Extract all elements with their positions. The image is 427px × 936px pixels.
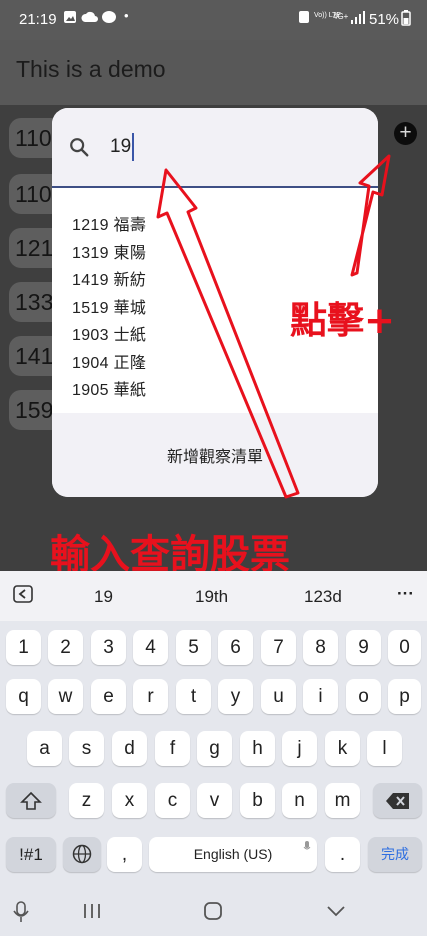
key[interactable]: 3	[91, 630, 126, 665]
home-icon[interactable]	[203, 901, 223, 926]
key[interactable]: 7	[261, 630, 296, 665]
microphone-icon	[303, 841, 311, 850]
navigation-bar	[0, 891, 427, 936]
suggestion-bar: 19 19th 123d ···	[0, 571, 427, 621]
key[interactable]: t	[176, 679, 211, 714]
suggestion-item[interactable]: 19	[94, 587, 113, 607]
key[interactable]: h	[240, 731, 275, 766]
key[interactable]: v	[197, 783, 232, 818]
key[interactable]: 8	[303, 630, 338, 665]
key[interactable]: o	[346, 679, 381, 714]
key[interactable]: 9	[346, 630, 381, 665]
symbols-key[interactable]: !#1	[6, 837, 56, 872]
arrow-to-search	[156, 168, 300, 499]
key[interactable]: 1	[6, 630, 41, 665]
annotation-tap-plus: 點擊+	[290, 299, 396, 342]
key[interactable]: r	[133, 679, 168, 714]
backspace-key[interactable]	[373, 783, 422, 818]
key[interactable]: e	[91, 679, 126, 714]
globe-icon	[72, 844, 92, 864]
shift-icon	[20, 791, 42, 810]
done-key[interactable]: 完成	[368, 837, 422, 872]
comma-key[interactable]: ,	[107, 837, 142, 872]
key[interactable]: 2	[48, 630, 83, 665]
space-key-label: English (US)	[193, 846, 273, 862]
key[interactable]: p	[388, 679, 421, 714]
key[interactable]: s	[69, 731, 104, 766]
backspace-icon	[385, 793, 409, 809]
language-key[interactable]	[63, 837, 101, 872]
key[interactable]: u	[261, 679, 296, 714]
shift-key[interactable]	[6, 783, 56, 818]
key[interactable]: y	[218, 679, 253, 714]
key[interactable]: g	[197, 731, 232, 766]
key[interactable]: d	[112, 731, 147, 766]
key[interactable]: k	[325, 731, 360, 766]
key[interactable]: 4	[133, 630, 168, 665]
key[interactable]: n	[282, 783, 317, 818]
collapse-keyboard-icon[interactable]	[13, 585, 33, 608]
key[interactable]: z	[69, 783, 104, 818]
key[interactable]: q	[6, 679, 41, 714]
on-screen-keyboard: 19 19th 123d ··· 1 2 3 4 5 6 7 8 9 0 q w…	[0, 571, 427, 891]
key[interactable]: x	[112, 783, 147, 818]
key[interactable]: w	[48, 679, 83, 714]
voice-input-icon[interactable]	[12, 901, 30, 928]
space-key[interactable]: English (US)	[149, 837, 317, 872]
key[interactable]: j	[282, 731, 317, 766]
more-options-icon[interactable]: ···	[397, 584, 414, 604]
key[interactable]: 6	[218, 630, 253, 665]
key[interactable]: l	[367, 731, 402, 766]
key[interactable]: i	[303, 679, 338, 714]
arrow-to-plus	[350, 154, 391, 277]
back-chevron-down-icon[interactable]	[325, 901, 347, 926]
key[interactable]: b	[240, 783, 275, 818]
suggestion-item[interactable]: 19th	[195, 587, 228, 607]
key[interactable]: 0	[388, 630, 421, 665]
key[interactable]: c	[155, 783, 190, 818]
key[interactable]: f	[155, 731, 190, 766]
suggestion-item[interactable]: 123d	[304, 587, 342, 607]
key[interactable]: a	[27, 731, 62, 766]
recent-apps-icon[interactable]	[82, 901, 102, 926]
key[interactable]: 5	[176, 630, 211, 665]
period-key[interactable]: .	[325, 837, 360, 872]
key[interactable]: m	[325, 783, 360, 818]
